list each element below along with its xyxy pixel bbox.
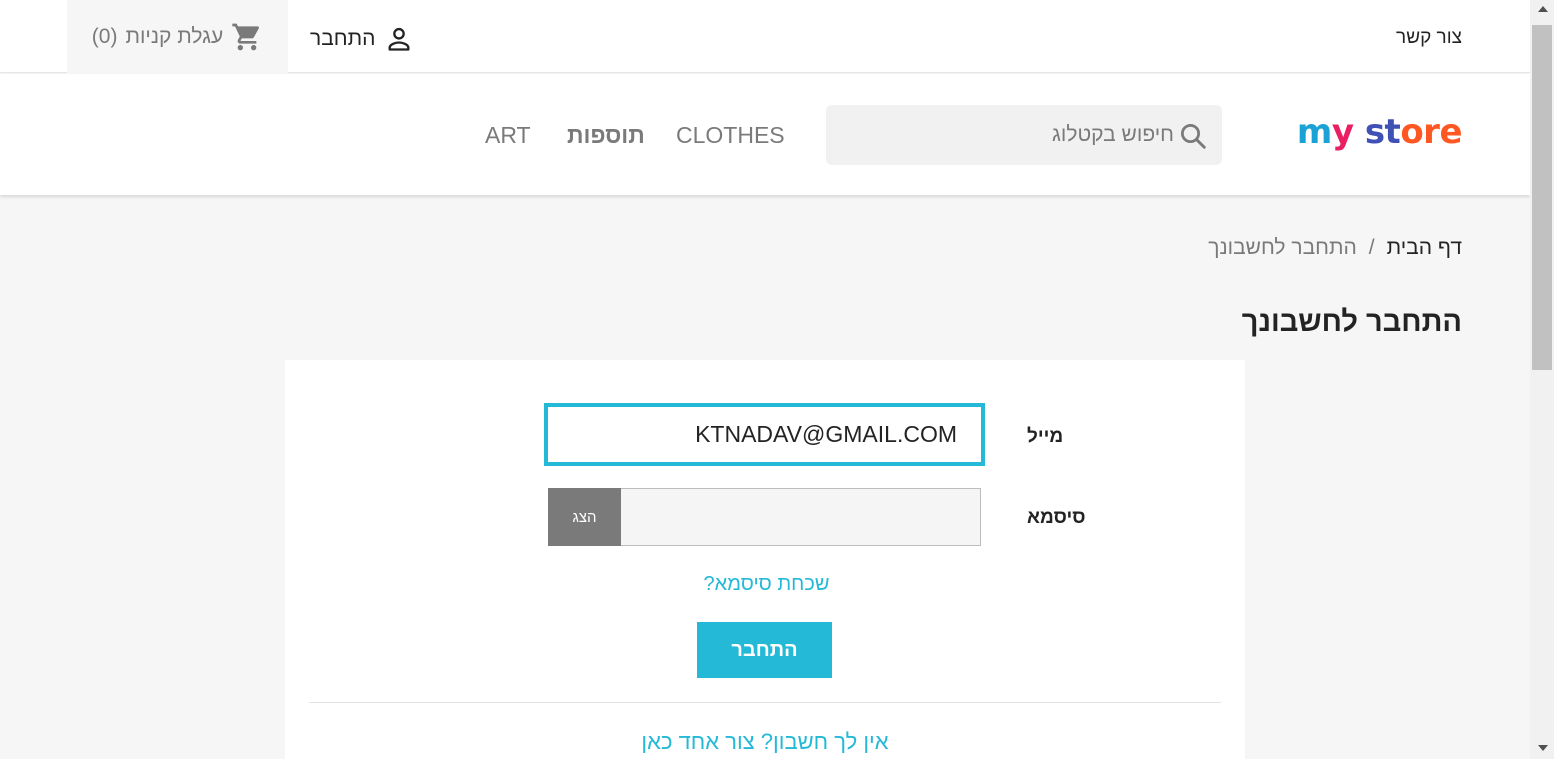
forgot-password-link[interactable]: שכחת סיסמא?	[704, 573, 830, 595]
scroll-down-arrow-icon[interactable]	[1538, 745, 1548, 751]
store-logo[interactable]: my store	[1296, 112, 1463, 152]
login-link[interactable]: התחבר	[310, 22, 413, 56]
forgot-password-link-row: שכחת סיסמא?	[285, 573, 1245, 596]
logo-part-2: y	[1331, 112, 1354, 152]
scroll-up-arrow-icon[interactable]	[1538, 6, 1548, 12]
contact-link[interactable]: צור קשר	[1396, 27, 1462, 49]
cart-label: עגלת קניות	[125, 24, 224, 48]
nav-extras[interactable]: תוספות	[567, 122, 645, 149]
divider	[309, 702, 1221, 703]
page-title: התחבר לחשבונך	[1241, 306, 1462, 339]
show-password-button[interactable]: הצג	[548, 488, 621, 546]
user-icon	[388, 27, 410, 51]
search-box	[826, 105, 1222, 165]
login-submit-button[interactable]: התחבר	[697, 622, 832, 678]
email-label: מייל	[1027, 426, 1064, 447]
password-field[interactable]	[621, 488, 981, 546]
page: צור קשר התחבר (0) עגלת קניות my store חי…	[0, 0, 1530, 759]
vertical-scrollbar[interactable]	[1530, 0, 1554, 759]
password-label: סיסמא	[1027, 507, 1086, 528]
signup-link-row: אין לך חשבון? צור אחד כאן	[285, 729, 1245, 755]
nav-clothes[interactable]: CLOTHES	[676, 122, 785, 149]
breadcrumb-home[interactable]: דף הבית	[1387, 236, 1462, 259]
login-card: מייל סיסמא הצג שכחת סיסמא? התחבר אין לך …	[285, 360, 1245, 759]
login-label: התחבר	[310, 27, 376, 50]
breadcrumb-separator: /	[1368, 236, 1375, 259]
logo-part-1: m	[1296, 112, 1332, 152]
logo-part-4: ore	[1400, 112, 1462, 152]
cart-button[interactable]: (0) עגלת קניות	[67, 0, 288, 73]
scrollbar-thumb[interactable]	[1532, 25, 1552, 370]
password-group: הצג	[548, 488, 981, 546]
email-field[interactable]	[544, 403, 985, 466]
cart-count: (0)	[91, 24, 118, 48]
cart-icon	[232, 23, 260, 50]
nav-art[interactable]: ART	[485, 122, 531, 149]
logo-part-3: st	[1353, 112, 1401, 152]
signup-link[interactable]: אין לך חשבון? צור אחד כאן	[641, 729, 888, 754]
header: my store CLOTHES תוספות ART	[0, 74, 1530, 195]
breadcrumb-current: התחבר לחשבונך	[1208, 236, 1357, 259]
breadcrumb: דף הבית / התחבר לחשבונך	[1208, 236, 1462, 260]
top-bar: צור קשר התחבר (0) עגלת קניות	[0, 0, 1530, 73]
search-icon[interactable]	[1178, 121, 1208, 151]
search-input[interactable]	[846, 105, 1176, 165]
